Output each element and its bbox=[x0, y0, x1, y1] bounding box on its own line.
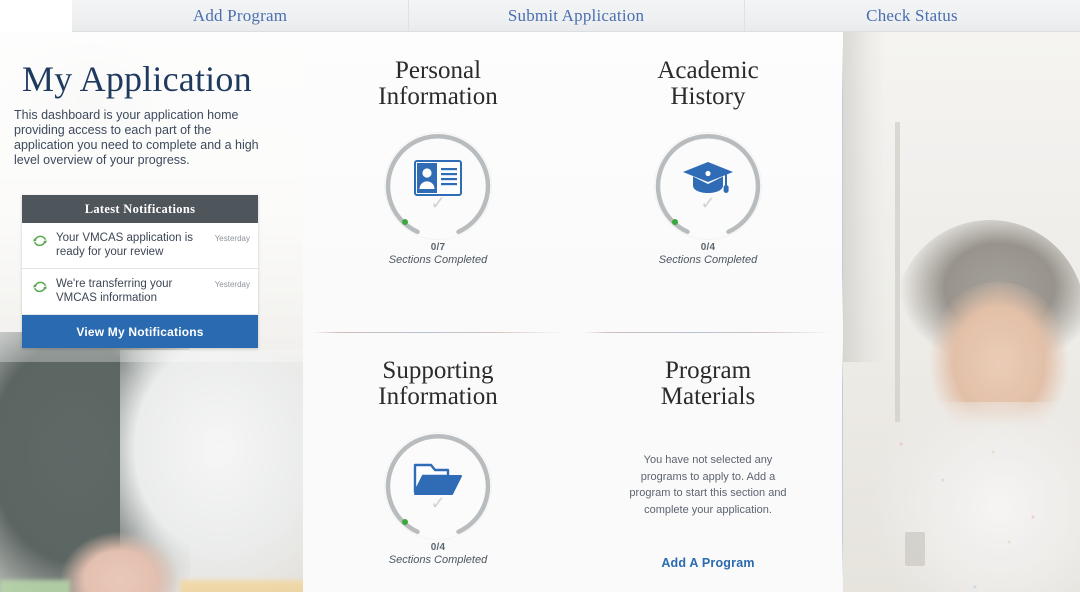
view-my-notifications-button[interactable]: View My Notifications bbox=[22, 315, 258, 348]
application-sections-panel: Personal Information ✓ 0/7 Sections Comp… bbox=[303, 32, 843, 592]
add-a-program-link[interactable]: Add A Program bbox=[661, 556, 754, 570]
card-title-line2: History bbox=[670, 83, 746, 110]
card-title-academic-history: Academic History bbox=[657, 58, 758, 110]
card-program-materials[interactable]: Program Materials You have not selected … bbox=[573, 332, 843, 592]
application-dashboard-page: Add Program Submit Application Check Sta… bbox=[0, 0, 1080, 592]
card-supporting-information[interactable]: Supporting Information ✓ 0/4 Sections Co… bbox=[303, 332, 573, 592]
sections-fraction: 0/4 bbox=[430, 542, 446, 553]
view-my-notifications-label: View My Notifications bbox=[76, 324, 204, 339]
card-title-supporting-information: Supporting Information bbox=[378, 358, 497, 410]
sections-fraction: 0/4 bbox=[700, 242, 716, 253]
check-icon: ✓ bbox=[700, 193, 716, 213]
top-navigation-bar: Add Program Submit Application Check Sta… bbox=[72, 0, 1080, 32]
grid-divider-horizontal bbox=[583, 332, 833, 333]
sections-completed-label: Sections Completed bbox=[658, 254, 758, 266]
progress-ring-personal-information: ✓ bbox=[384, 132, 492, 240]
nav-submit-application-label: Submit Application bbox=[507, 5, 645, 25]
grid-divider-vertical bbox=[842, 42, 843, 322]
page-title: My Application bbox=[22, 59, 252, 99]
progress-ring-start-dot bbox=[402, 519, 408, 525]
grid-divider-vertical bbox=[842, 342, 843, 582]
id-card-icon bbox=[384, 160, 492, 196]
card-title-line2: Materials bbox=[660, 383, 756, 410]
notification-text: Your VMCAS application is ready for your… bbox=[56, 232, 194, 258]
notifications-header: Latest Notifications bbox=[22, 195, 258, 223]
progress-ring-start-dot bbox=[402, 219, 408, 225]
sections-completed-label: Sections Completed bbox=[388, 254, 488, 266]
check-icon: ✓ bbox=[430, 193, 446, 213]
background-photo-right bbox=[843, 32, 1080, 592]
page-description: This dashboard is your application home … bbox=[14, 108, 259, 167]
card-title-line1: Personal bbox=[394, 57, 482, 84]
card-academic-history[interactable]: Academic History ✓ 0/4 Sections Complete… bbox=[573, 32, 843, 332]
refresh-icon bbox=[32, 233, 48, 254]
card-title-line1: Program bbox=[664, 357, 752, 384]
sections-completed-label: Sections Completed bbox=[388, 554, 488, 566]
card-title-line2: Information bbox=[378, 383, 498, 410]
latest-notifications-card: Latest Notifications Your VMCAS applicat… bbox=[22, 195, 258, 348]
nav-check-status-label: Check Status bbox=[866, 5, 958, 25]
nav-add-program[interactable]: Add Program bbox=[72, 0, 408, 31]
notification-text: We're transferring your VMCAS informatio… bbox=[56, 278, 173, 304]
card-title-personal-information: Personal Information bbox=[378, 58, 497, 110]
card-title-line1: Supporting bbox=[382, 357, 494, 384]
refresh-icon bbox=[32, 279, 48, 300]
progress-ring-supporting-information: ✓ bbox=[384, 432, 492, 540]
progress-ring-start-dot bbox=[672, 219, 678, 225]
nav-add-program-label: Add Program bbox=[192, 5, 288, 25]
card-title-line1: Academic bbox=[657, 57, 759, 84]
check-icon: ✓ bbox=[430, 493, 446, 513]
notifications-header-label: Latest Notifications bbox=[84, 201, 196, 216]
nav-check-status[interactable]: Check Status bbox=[744, 0, 1080, 31]
notification-item[interactable]: We're transferring your VMCAS informatio… bbox=[22, 269, 258, 315]
nav-submit-application[interactable]: Submit Application bbox=[408, 0, 744, 31]
grid-divider-horizontal bbox=[313, 332, 563, 333]
sections-fraction: 0/7 bbox=[430, 242, 446, 253]
progress-ring-academic-history: ✓ bbox=[654, 132, 762, 240]
card-title-line2: Information bbox=[378, 83, 498, 110]
program-materials-empty-message: You have not selected any programs to ap… bbox=[629, 454, 787, 516]
notification-time: Yesterday bbox=[214, 280, 250, 289]
notification-time: Yesterday bbox=[214, 234, 250, 243]
notification-item[interactable]: Your VMCAS application is ready for your… bbox=[22, 223, 258, 269]
card-title-program-materials: Program Materials bbox=[661, 358, 755, 410]
hero-left-column: My Application This dashboard is your ap… bbox=[0, 32, 304, 592]
card-personal-information[interactable]: Personal Information ✓ 0/7 Sections Comp… bbox=[303, 32, 573, 332]
